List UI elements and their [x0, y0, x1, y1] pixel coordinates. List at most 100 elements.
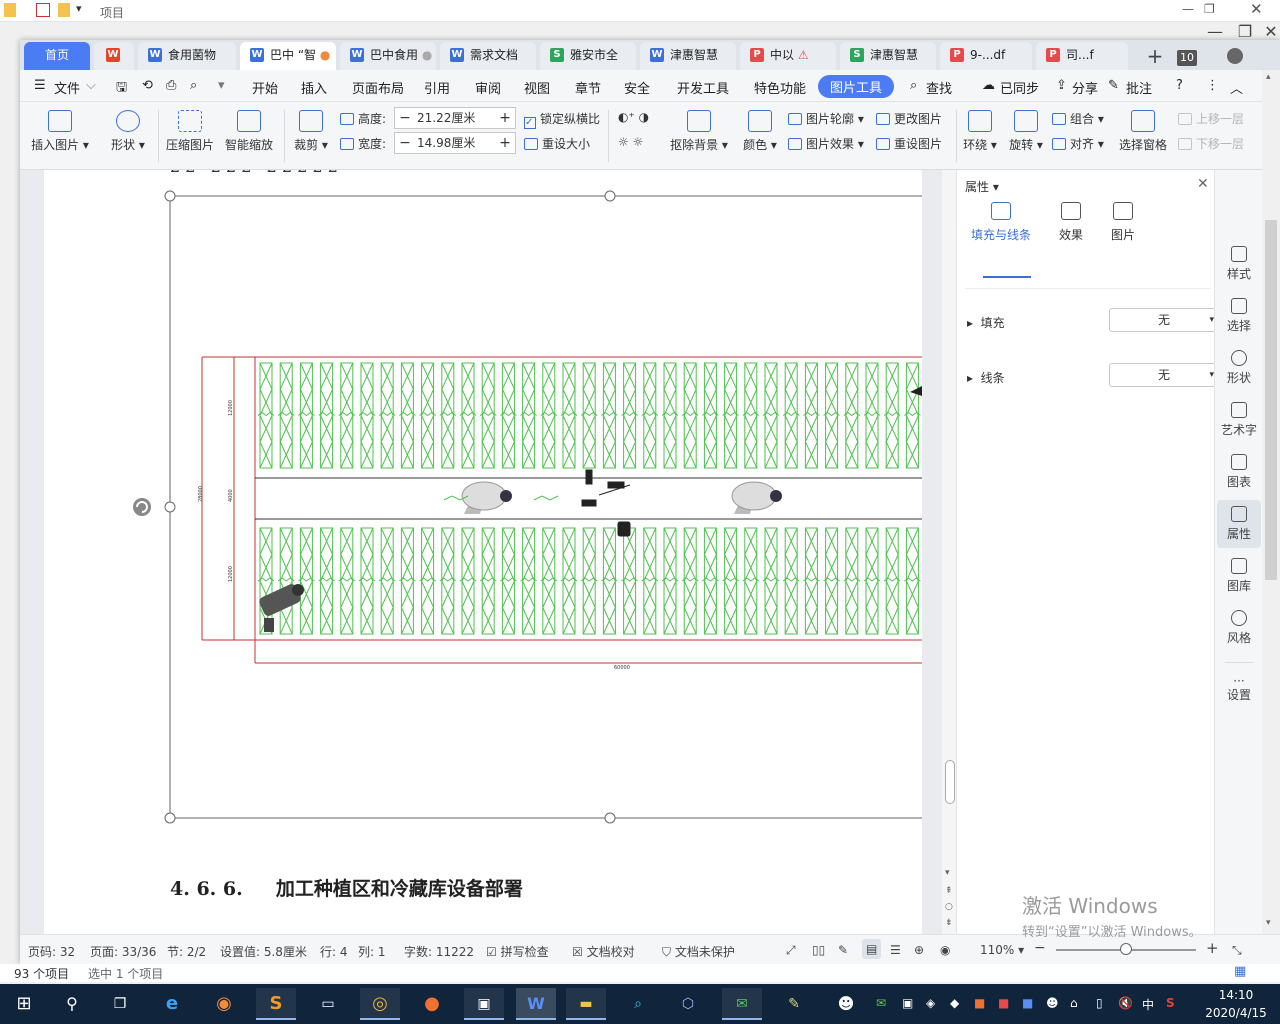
align-button[interactable]: 对齐 ▾ [1052, 135, 1104, 152]
taskbar-clock[interactable]: 14:10 2020/4/15 [1196, 986, 1276, 1022]
fill-select[interactable]: 无 ▾ [1109, 308, 1219, 332]
minimize-icon[interactable]: — [1200, 22, 1230, 42]
comment-icon[interactable]: ✎ [1108, 78, 1119, 93]
edit-mode-icon[interactable]: ✎ [838, 943, 848, 957]
status-column[interactable]: 列: 1 [358, 943, 386, 960]
group-button[interactable]: 组合 ▾ [1052, 110, 1104, 127]
input-method-icon[interactable]: S [1166, 996, 1175, 1010]
sidebar-settings[interactable]: ··· 设置 [1217, 675, 1261, 703]
fill-section-toggle[interactable]: ▸ 填充 [967, 314, 1005, 331]
selection-pane-button[interactable]: 选择窗格 [1116, 110, 1170, 153]
minimize-icon[interactable]: — [1182, 2, 1194, 16]
color-button[interactable]: 颜色 ▾ [738, 110, 782, 153]
adjust-contrast-up-icon[interactable]: ◐⁺ ◑ [618, 110, 649, 124]
tab-document[interactable]: W 津惠智慧 [640, 42, 736, 70]
menu-file[interactable]: 文件 [54, 78, 80, 97]
outer-scrollbar[interactable]: ▴ ▾ [1262, 70, 1280, 934]
cloud-app-icon[interactable]: ⬡ [668, 988, 708, 1020]
search-icon[interactable]: ⚲ [52, 988, 92, 1020]
tab-document-active[interactable]: W 巴中 “智 ● [240, 42, 336, 70]
eye-protection-icon[interactable]: ◉ [940, 943, 950, 957]
chevron-down-icon[interactable]: ⌵ [86, 78, 96, 93]
select-browse-icon[interactable]: ○ [945, 902, 953, 912]
selected-floor-plan-image[interactable]: 2 2 · 2 2 2 · 2 2 2 2 2 [44, 170, 941, 934]
tab-pdf[interactable]: P 司...f [1036, 42, 1128, 70]
new-tab-plus-icon[interactable]: + [1140, 42, 1170, 70]
input-language[interactable]: 中 [1142, 996, 1154, 1013]
tray-app-icon[interactable]: ▣ [902, 996, 913, 1010]
spell-check-button[interactable]: ☑ 拼写检查 [486, 943, 549, 960]
menu-insert[interactable]: 插入 [301, 78, 327, 97]
volume-muted-icon[interactable]: 🔇 [1118, 996, 1133, 1010]
tab-spreadsheet[interactable]: S 津惠智慧 [840, 42, 936, 70]
height-stepper[interactable]: −21.22厘米 + [394, 107, 516, 129]
scroll-down-icon[interactable]: ▾ [1266, 918, 1271, 928]
bring-forward-button[interactable]: 上移一层 [1178, 110, 1244, 127]
wechat-tray-icon[interactable]: ✉ [876, 996, 886, 1010]
collapse-ribbon-icon[interactable]: ︿ [1230, 78, 1243, 97]
close-icon[interactable]: ✕ [1256, 22, 1280, 42]
sync-status[interactable]: 已同步 [1000, 78, 1039, 97]
compress-picture-button[interactable]: 压缩图片 [164, 110, 216, 153]
folder-icon[interactable] [58, 3, 70, 17]
tab-pdf[interactable]: P 中以 ⚠ [740, 42, 836, 70]
zoom-in-icon[interactable]: + [1206, 939, 1219, 957]
more-icon[interactable]: ⋮ [1206, 78, 1219, 93]
web-view-icon[interactable]: ⊕ [914, 943, 924, 957]
firefox-icon[interactable]: ◉ [204, 988, 244, 1020]
reading-mode-icon[interactable]: ▯▯ [812, 943, 825, 957]
print-preview-icon[interactable]: ⌕ [190, 78, 197, 93]
menu-home[interactable]: 开始 [252, 78, 278, 97]
chrome-icon[interactable]: ◎ [360, 988, 400, 1020]
tab-spreadsheet[interactable]: S 雅安市全 [540, 42, 636, 70]
start-windows-icon[interactable]: ⊞ [4, 988, 44, 1020]
sidebar-style[interactable]: 样式 [1217, 246, 1261, 282]
wrap-button[interactable]: 环绕 ▾ [960, 110, 1000, 153]
qq-icon[interactable]: ☻ [826, 988, 866, 1020]
protection-button[interactable]: ⛉ 文档未保护 [662, 943, 735, 960]
sublime-icon[interactable]: S [256, 988, 296, 1020]
checkbox-icon[interactable] [36, 3, 50, 17]
account-avatar-icon[interactable] [1220, 42, 1250, 70]
next-page-icon[interactable]: ⇟ [945, 918, 953, 928]
share-icon[interactable]: ⇪ [1056, 78, 1067, 93]
menu-page-layout[interactable]: 页面布局 [352, 78, 404, 97]
remove-background-button[interactable]: 抠除背景 ▾ [668, 110, 730, 153]
search-tool-icon[interactable]: ⌕ [618, 988, 658, 1020]
status-section[interactable]: 节: 2/2 [167, 943, 206, 960]
tab-home[interactable]: 首页 [24, 42, 90, 70]
menu-references[interactable]: 引用 [424, 78, 450, 97]
scroll-up-icon[interactable]: ▴ [1266, 72, 1271, 82]
tray-app-icon[interactable]: ◈ [926, 996, 935, 1010]
vertical-scrollbar[interactable]: ▾ ⇞ ○ ⇟ [942, 170, 956, 934]
prev-page-icon[interactable]: ⇞ [945, 886, 953, 896]
print-icon[interactable]: ⎙ [166, 78, 176, 93]
restore-icon[interactable]: ❐ [1204, 2, 1215, 16]
close-icon[interactable]: ✕ [1250, 0, 1263, 18]
sidebar-gallery[interactable]: 图库 [1217, 558, 1261, 594]
scroll-down-icon[interactable]: ▾ [945, 868, 950, 878]
sidebar-wordart[interactable]: 艺术字 [1217, 402, 1261, 438]
details-view-icon[interactable]: ▦ [1234, 964, 1246, 979]
tab-document[interactable]: W 巴中食用 ● [340, 42, 436, 70]
crop-button[interactable]: 裁剪 ▾ [290, 110, 332, 153]
tray-app-icon[interactable]: ☻ [1046, 996, 1059, 1010]
menu-review[interactable]: 审阅 [475, 78, 501, 97]
hamburger-icon[interactable]: ☰ [34, 78, 46, 93]
task-view-icon[interactable]: ❐ [100, 988, 140, 1020]
sidebar-properties[interactable]: 属性 [1217, 500, 1261, 548]
paint-icon[interactable]: ✎ [774, 988, 814, 1020]
picture-outline-button[interactable]: 图片轮廓 ▾ [788, 110, 864, 127]
tab-count-badge[interactable]: 10 [1172, 42, 1202, 70]
tray-app-icon[interactable]: ■ [974, 996, 985, 1010]
close-pane-icon[interactable]: ✕ [1197, 176, 1209, 192]
width-stepper[interactable]: −14.98厘米 + [394, 132, 516, 154]
sidebar-select[interactable]: 选择 [1217, 298, 1261, 334]
ie-browser-icon[interactable]: e [152, 988, 192, 1020]
menu-security[interactable]: 安全 [624, 78, 650, 97]
file-explorer-icon[interactable]: ▬ [566, 988, 606, 1020]
menu-chapter[interactable]: 章节 [575, 78, 601, 97]
change-picture-button[interactable]: 更改图片 [876, 110, 942, 127]
terminal-icon[interactable]: ▭ [308, 988, 348, 1020]
shape-button[interactable]: 形状 ▾ [106, 110, 150, 153]
